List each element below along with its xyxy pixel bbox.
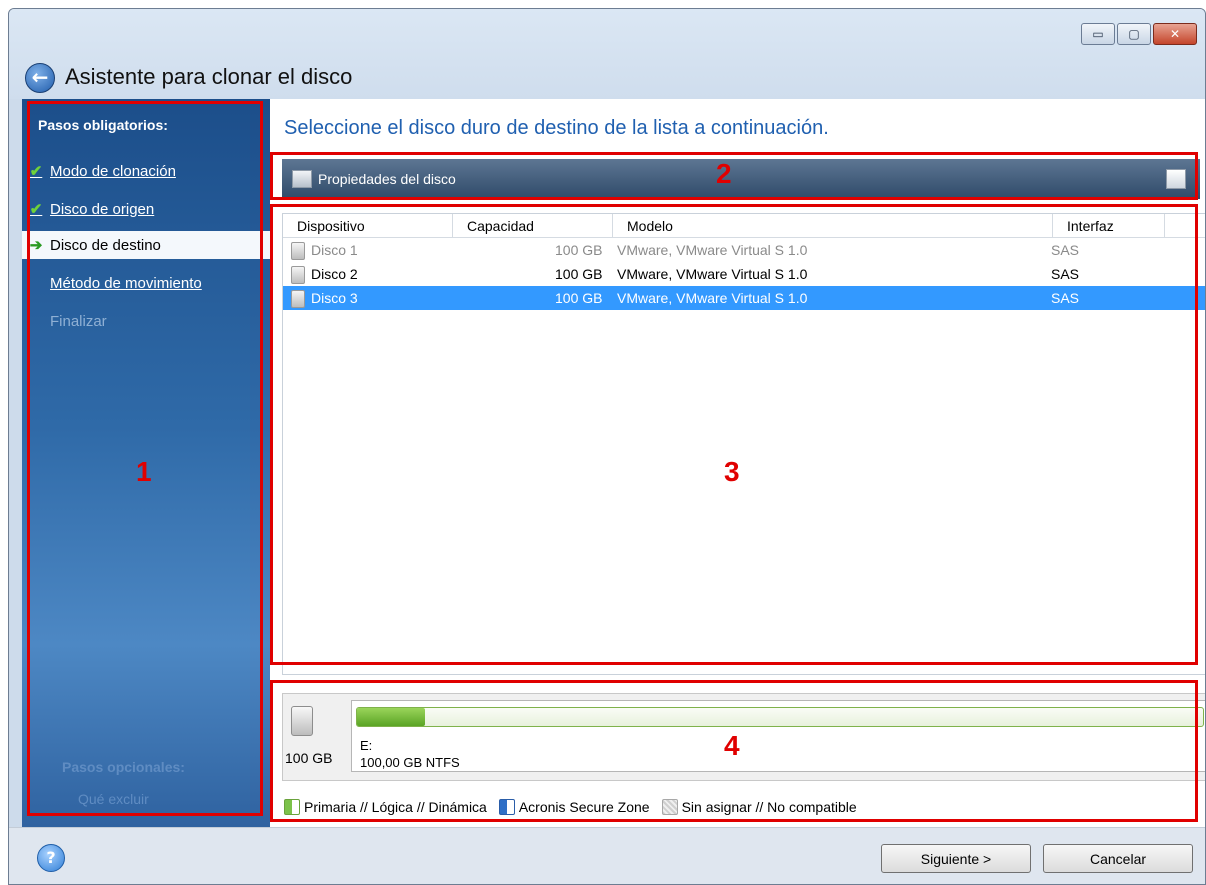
table-row[interactable]: Disco 1 100 GB VMware, VMware Virtual S … [283,238,1205,262]
wizard-window: ▭ ▢ ✕ ← Asistente para clonar el disco P… [8,8,1206,885]
callout-number-1: 1 [136,456,152,487]
capacity-cell: 100 GB [555,290,603,306]
model-cell: VMware, VMware Virtual S 1.0 [617,266,808,282]
primary-partition-swatch-icon [284,799,300,815]
interface-cell: SAS [1051,290,1080,306]
window-title: Asistente para clonar el disco [65,64,353,89]
callout-number-4: 4 [724,730,740,761]
disk-properties-button[interactable]: Propiedades del disco [318,171,456,187]
column-header-interface[interactable]: Interfaz [1053,214,1165,238]
disk-icon [291,290,305,309]
step-label: Finalizar [50,312,107,330]
partition-usage-fill [357,708,425,726]
check-icon: ✔ [29,201,43,218]
step-label: Disco de destino [50,236,161,254]
next-button[interactable]: Siguiente > [881,844,1031,873]
device-cell: Disco 2 [311,266,358,282]
unallocated-swatch-icon [661,799,678,815]
callout-number-2: 2 [716,158,732,189]
instruction-text: Seleccione el disco duro de destino de l… [284,117,829,139]
footer-bar: ? Siguiente > Cancelar [9,827,1205,884]
back-arrow-icon[interactable]: ← [25,63,55,93]
capacity-cell: 100 GB [555,242,603,258]
step-disco-de-origen[interactable]: ✔ Disco de origen [22,195,270,223]
step-modo-de-clonacion[interactable]: ✔ Modo de clonación [22,157,270,185]
minimize-button[interactable]: ▭ [1081,23,1115,45]
step-label: Método de movimiento [50,274,202,292]
step-metodo-de-movimiento[interactable]: Método de movimiento [22,269,270,297]
column-settings-icon[interactable] [1166,169,1186,189]
disk-capacity: 100 GB [285,750,333,766]
table-header: Dispositivo Capacidad Modelo Interfaz [283,214,1205,238]
step-label: Disco de origen [50,200,155,218]
table-row-selected[interactable]: Disco 3 100 GB VMware, VMware Virtual S … [283,286,1205,310]
column-header-capacity[interactable]: Capacidad [453,214,613,238]
legend-unallocated: Sin asignar // No compatible [681,799,857,815]
disk-icon [291,266,305,285]
help-icon[interactable]: ? [37,844,65,872]
step-disco-de-destino[interactable]: ➔ Disco de destino [22,231,270,259]
column-header-device[interactable]: Dispositivo [283,214,453,238]
column-header-model[interactable]: Modelo [613,214,1053,238]
interface-cell: SAS [1051,242,1080,258]
title-bar: ▭ ▢ ✕ ← Asistente para clonar el disco [9,9,1205,99]
capacity-cell: 100 GB [555,266,603,282]
device-cell: Disco 1 [311,242,358,258]
step-que-excluir[interactable]: Qué excluir [78,791,149,807]
current-step-arrow-icon: ➔ [29,237,43,254]
interface-cell: SAS [1051,266,1080,282]
disk-icon [291,706,313,736]
secure-zone-swatch-icon [498,799,515,815]
optional-steps-header: Pasos opcionales: [62,759,185,775]
model-cell: VMware, VMware Virtual S 1.0 [617,290,808,306]
disk-table: Dispositivo Capacidad Modelo Interfaz Di… [282,213,1205,675]
step-label: Modo de clonación [50,162,176,180]
table-row[interactable]: Disco 2 100 GB VMware, VMware Virtual S … [283,262,1205,286]
legend-secure-zone: Acronis Secure Zone [518,799,650,815]
callout-number-3: 3 [724,456,740,487]
partition-letter: E: [360,738,373,753]
required-steps-header: Pasos obligatorios: [38,117,168,133]
check-icon: ✔ [29,163,43,180]
disk-properties-icon [292,170,312,188]
disk-layout-panel: 100 GB E: 100,00 GB NTFS [282,693,1205,781]
partition-usage-bar [356,707,1204,727]
maximize-button[interactable]: ▢ [1117,23,1151,45]
window-controls: ▭ ▢ ✕ [1081,23,1197,45]
disk-icon [291,242,305,261]
step-finalizar: Finalizar [22,307,270,335]
partition-block[interactable]: E: 100,00 GB NTFS [351,700,1205,772]
partition-legend: Primaria // Lógica // Dinámica Acronis S… [284,799,869,815]
close-button[interactable]: ✕ [1153,23,1197,45]
disk-toolbar: Propiedades del disco [282,159,1200,199]
cancel-button[interactable]: Cancelar [1043,844,1193,873]
device-cell: Disco 3 [311,290,358,306]
legend-primary: Primaria // Lógica // Dinámica [304,799,487,815]
partition-info: 100,00 GB NTFS [360,755,460,770]
model-cell: VMware, VMware Virtual S 1.0 [617,242,808,258]
